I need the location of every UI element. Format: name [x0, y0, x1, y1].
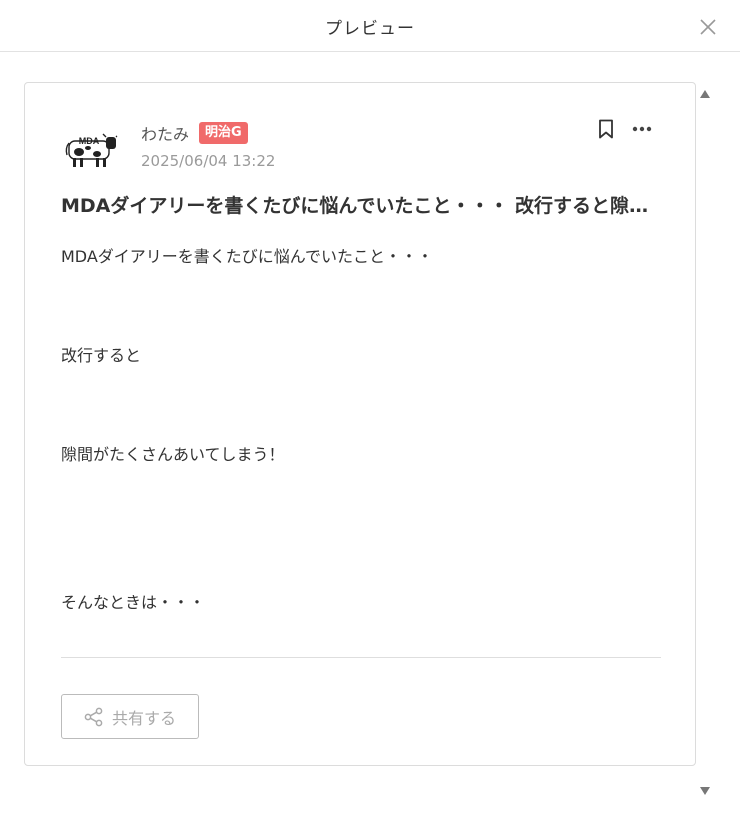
- body-line: 改行すると: [61, 346, 142, 365]
- scroll-up-arrow-icon[interactable]: [700, 90, 710, 98]
- scrollbar[interactable]: [696, 84, 714, 798]
- bookmark-icon: [599, 119, 613, 139]
- body-line: MDAダイアリーを書くたびに悩んでいたこと・・・: [61, 247, 433, 266]
- post-card: MDA わたみ 明治G 2025/06/04 13:22 MDAダイアリーを書く…: [24, 82, 696, 766]
- share-button[interactable]: 共有する: [61, 694, 199, 739]
- close-button[interactable]: [695, 14, 721, 40]
- avatar[interactable]: MDA: [61, 121, 121, 181]
- cow-logo-icon: MDA: [65, 133, 120, 167]
- post-date: 2025/06/04 13:22: [141, 152, 276, 170]
- scroll-down-arrow-icon[interactable]: [700, 787, 710, 795]
- share-label: 共有する: [111, 708, 176, 728]
- body-line: 隙間がたくさんあいてしまう！: [61, 445, 285, 464]
- modal-header: プレビュー: [0, 0, 740, 52]
- body-line: そんなときは・・・: [61, 593, 206, 612]
- author-name[interactable]: わたみ: [141, 121, 189, 145]
- more-options-button[interactable]: [629, 117, 655, 141]
- share-icon: [84, 707, 103, 726]
- modal-title: プレビュー: [325, 19, 415, 39]
- preview-scroll-area[interactable]: MDA わたみ 明治G 2025/06/04 13:22 MDAダイアリーを書く…: [0, 52, 740, 814]
- bookmark-button[interactable]: [595, 117, 617, 141]
- avatar-logo-text: MDA: [79, 136, 100, 146]
- divider: [61, 657, 661, 658]
- post-title: MDAダイアリーを書くたびに悩んでいたこと・・・ 改行すると隙間がたくさんあいて…: [61, 195, 661, 217]
- more-icon: [632, 126, 652, 132]
- close-icon: [700, 19, 716, 35]
- group-badge: 明治G: [199, 122, 248, 144]
